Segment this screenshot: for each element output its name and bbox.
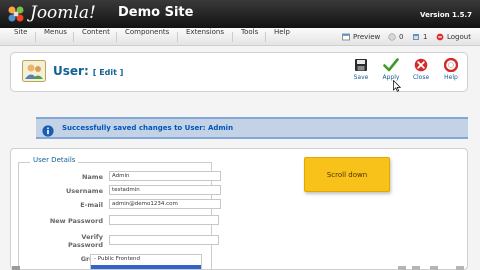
new-password-input[interactable]	[109, 215, 219, 225]
users-count: 1	[423, 33, 428, 41]
group-option-public-frontend[interactable]: - Public Frontend	[91, 255, 201, 265]
group-select[interactable]: - Public Frontend	[90, 254, 202, 270]
menu-divider	[35, 32, 36, 42]
preview-label: Preview	[353, 33, 381, 41]
joomla-logo-text: Joomla!	[30, 3, 96, 23]
joomla-logo-icon	[6, 4, 26, 24]
group-option-selected[interactable]	[91, 265, 201, 269]
menu-menus[interactable]: Menus	[44, 28, 67, 46]
page-title-main: User:	[53, 64, 89, 78]
info-icon	[42, 122, 54, 137]
bottom-icon	[456, 266, 464, 270]
help-lifebuoy-icon	[444, 58, 458, 72]
apply-icon	[383, 58, 399, 72]
help-button[interactable]: Help	[437, 58, 465, 88]
email-label: E-mail	[80, 201, 103, 209]
mouse-cursor-icon	[393, 77, 402, 92]
menu-site[interactable]: Site	[14, 28, 27, 46]
menu-divider	[73, 32, 74, 42]
page-title: User: [ Edit ]	[53, 64, 123, 78]
preview-icon	[342, 33, 350, 41]
email-input[interactable]: admin@demo1234.com	[109, 199, 221, 209]
username-input[interactable]: testadmin	[109, 185, 221, 195]
save-icon	[355, 59, 367, 71]
scroll-down-button[interactable]: Scroll down	[304, 157, 390, 192]
messages-count: 0	[399, 33, 404, 41]
logout-link[interactable]: Logout	[436, 28, 471, 46]
save-button[interactable]: Save	[347, 58, 375, 88]
user-details-legend: User Details	[30, 156, 79, 164]
save-label: Save	[353, 74, 369, 81]
menu-extensions[interactable]: Extensions	[186, 28, 224, 46]
verify-password-label-line2: Password	[67, 241, 103, 249]
menu-divider	[177, 32, 178, 42]
system-message-text: Successfully saved changes to User: Admi…	[62, 124, 234, 132]
logout-label: Logout	[447, 33, 471, 41]
preview-link[interactable]: Preview	[342, 28, 380, 46]
main-menu-bar: Site Menus Content Components Extensions…	[0, 28, 480, 46]
close-icon	[414, 58, 428, 72]
username-label: Username	[66, 187, 103, 195]
bottom-icon	[430, 266, 438, 270]
verify-password-label-line1: Verify	[81, 233, 103, 241]
menu-tools[interactable]: Tools	[241, 28, 258, 46]
help-label: Help	[444, 74, 458, 81]
version-label: Version 1.5.7	[420, 11, 472, 19]
close-label: Close	[412, 74, 430, 81]
menu-divider	[232, 32, 233, 42]
users-indicator[interactable]: 1	[412, 28, 427, 46]
bottom-icon	[12, 266, 20, 270]
messages-icon	[388, 33, 396, 41]
logout-icon	[436, 33, 444, 41]
menu-divider	[116, 32, 117, 42]
page-title-action: [ Edit ]	[92, 68, 124, 77]
bottom-icon	[412, 266, 420, 270]
verify-password-input[interactable]	[109, 235, 219, 245]
bottom-icon	[398, 266, 406, 270]
name-label: Name	[81, 173, 103, 181]
name-input[interactable]: Admin	[109, 171, 221, 181]
menu-content[interactable]: Content	[82, 28, 110, 46]
new-password-label: New Password	[49, 217, 103, 225]
close-button[interactable]: Close	[407, 58, 435, 88]
user-manager-icon	[22, 60, 46, 82]
site-name: Demo Site	[118, 5, 194, 20]
menu-help[interactable]: Help	[274, 28, 290, 46]
menu-divider	[265, 32, 266, 42]
messages-indicator[interactable]: 0	[388, 28, 403, 46]
users-icon	[412, 33, 420, 41]
menu-components[interactable]: Components	[125, 28, 169, 46]
